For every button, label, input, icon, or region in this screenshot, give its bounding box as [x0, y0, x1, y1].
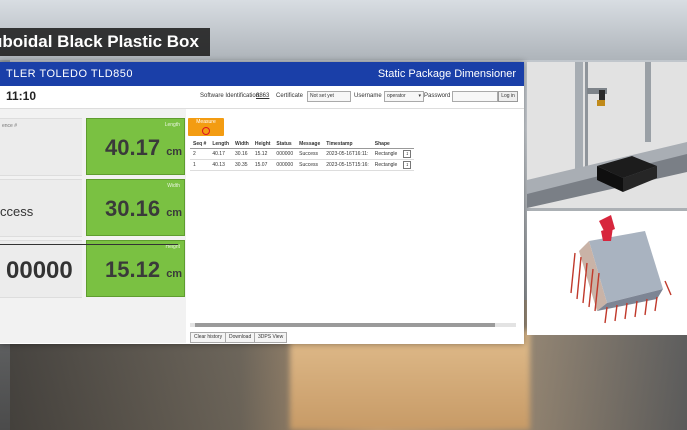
reference-label: ence # [2, 123, 18, 129]
horizontal-scrollbar[interactable] [190, 323, 516, 327]
status-card: ccess [0, 179, 82, 237]
measure-button[interactable]: Measure [188, 118, 224, 136]
column-header: Status [273, 140, 297, 149]
column-header: Timestamp [323, 140, 372, 149]
measure-label: Measure [196, 119, 216, 125]
table-cell: Success [296, 159, 324, 171]
chevron-down-icon: ▾ [418, 93, 421, 99]
column-header: Width [232, 140, 252, 149]
point-cloud-image [527, 211, 687, 335]
width-card: Width 30.16 cm [86, 179, 185, 236]
column-header: Seq # [190, 140, 210, 149]
password-label: Password [424, 93, 451, 99]
status-text: ccess [0, 204, 34, 219]
code-text: 00000 [6, 257, 73, 284]
width-unit: cm [166, 207, 183, 219]
table-header-row: Seq # Length Width Height Status Message… [190, 140, 415, 149]
table-cell: Rectangle [371, 159, 401, 171]
username-label: Username [354, 93, 382, 99]
3d-point-cloud-render [527, 211, 687, 335]
table-cell: 000000 [273, 148, 297, 160]
cursor-click-icon [202, 127, 210, 135]
table-row[interactable]: 1 40.13 30.35 15.07 000000 Success 2023-… [190, 159, 415, 171]
username-value: operator [387, 93, 406, 99]
software-id-value: 8863 [256, 93, 270, 99]
column-header: Message [296, 140, 324, 149]
download-icon[interactable]: ↧ [403, 161, 412, 169]
column-header: Length [209, 140, 233, 149]
scrollbar-thumb[interactable] [195, 323, 495, 327]
app-header: TLER TOLEDO TLD850 Static Package Dimens… [0, 62, 524, 86]
length-card: Length 40.17 cm [86, 118, 185, 175]
length-value-row: 40.17 cm [105, 135, 182, 161]
table-cell: 2023-05-15T15:16: [323, 159, 372, 171]
table-cell: 30.35 [232, 159, 252, 171]
reference-card: ence # [0, 118, 82, 176]
background-cardboard-box [290, 330, 530, 430]
certificate-label: Certificate [276, 93, 304, 99]
length-caption: Length [164, 122, 180, 128]
3dps-view-button[interactable]: 3DPS View [254, 332, 288, 343]
clear-history-button[interactable]: Clear history [190, 332, 227, 343]
width-value-row: 30.16 cm [105, 196, 182, 222]
table-cell: Success [296, 148, 324, 160]
download-button[interactable]: Download [225, 332, 256, 343]
column-header: Height [251, 140, 274, 149]
table-cell: 15.07 [251, 159, 274, 171]
brand-name: TLER TOLEDO TLD850 [6, 68, 133, 80]
app-toolbar: 11:10 Software Identification: 8863 Cert… [0, 86, 524, 109]
length-value: 40.17 [105, 135, 161, 160]
width-caption: Width [167, 183, 180, 189]
video-title-banner: uboidal Black Plastic Box [0, 28, 210, 56]
table-cell: 2023-05-16T16:11: [323, 148, 372, 160]
height-value: 15.12 [105, 257, 161, 282]
height-value-row: 15.12 cm [105, 257, 182, 283]
height-unit: cm [166, 268, 183, 280]
code-card: 00000 [0, 240, 82, 298]
table-cell: 000000 [273, 159, 297, 171]
column-header: Shape [371, 140, 401, 149]
width-value: 30.16 [105, 196, 161, 221]
table-cell: 40.17 [209, 148, 233, 160]
product-name: Static Package Dimensioner [377, 68, 516, 80]
clock-time: 11:10 [6, 89, 37, 103]
table-cell: 1 [190, 159, 210, 171]
table-row[interactable]: 2 40.17 30.16 15.12 000000 Success 2023-… [190, 148, 415, 160]
software-id-label: Software Identification: [200, 93, 261, 99]
video-title-text: uboidal Black Plastic Box [0, 32, 199, 51]
measurement-log-table: Seq # Length Width Height Status Message… [190, 140, 415, 171]
download-icon[interactable]: ↧ [403, 150, 412, 158]
username-select[interactable]: operator ▾ [384, 91, 424, 102]
table-cell: 40.13 [209, 159, 233, 171]
table-cell: Rectangle [371, 148, 401, 160]
login-button[interactable]: Log in [498, 91, 518, 102]
table-cell: 2 [190, 148, 210, 160]
password-field[interactable] [452, 91, 498, 102]
length-unit: cm [166, 146, 183, 158]
table-cell: 15.12 [251, 148, 274, 160]
certificate-field[interactable]: Not set yet [307, 91, 351, 102]
camera-photo-conveyor [527, 62, 687, 208]
conveyor-scene-image [527, 62, 687, 208]
height-card: Height 15.12 cm [86, 240, 185, 297]
annotation-pointer-line [0, 244, 178, 245]
table-cell: 30.16 [232, 148, 252, 160]
